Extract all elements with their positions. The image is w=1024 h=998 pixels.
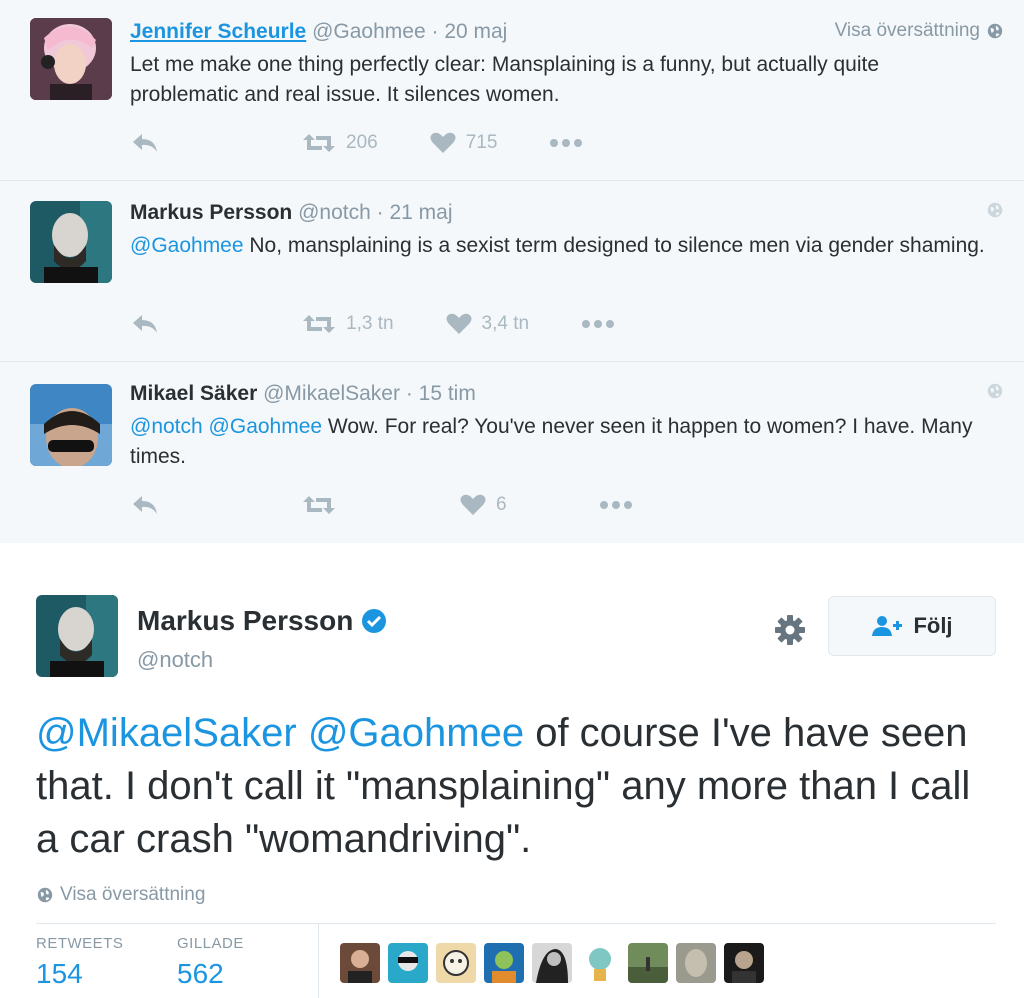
liker-avatars <box>340 943 764 983</box>
author-handle[interactable]: @Gaohmee <box>312 20 426 43</box>
retweets-stat[interactable]: RETWEETS 154 <box>36 935 123 990</box>
retweet-button[interactable] <box>302 494 346 516</box>
follow-user-icon <box>872 616 903 636</box>
reply-button[interactable] <box>130 132 160 154</box>
author-name[interactable]: Jennifer Scheurle <box>130 20 306 43</box>
author-name-text: Markus Persson <box>137 605 354 636</box>
liker-avatar[interactable] <box>388 943 428 983</box>
mention-link[interactable]: @Gaohmee <box>130 234 244 257</box>
reply-tweet[interactable]: Mikael Säker @MikaelSaker · 15 tim @notc… <box>0 362 1024 543</box>
like-count: 3,4 tn <box>481 313 530 334</box>
avatar[interactable] <box>30 18 112 100</box>
retweets-label: RETWEETS <box>36 935 124 952</box>
avatar[interactable] <box>30 384 112 466</box>
main-tweet: Markus Persson @notch Följ @MikaelSaker … <box>0 543 1024 998</box>
translate-link[interactable] <box>986 382 1004 400</box>
reply-button[interactable] <box>130 494 160 516</box>
mention-link[interactable]: @Gaohmee <box>209 415 323 438</box>
more-button[interactable] <box>599 500 633 510</box>
likes-stat[interactable]: GILLADE 562 <box>177 935 244 990</box>
follow-label: Följ <box>913 613 953 638</box>
liker-avatar[interactable] <box>628 943 668 983</box>
reply-button[interactable] <box>130 313 160 335</box>
author-name[interactable]: Mikael Säker <box>130 382 257 405</box>
stats-divider <box>36 923 996 924</box>
translate-label: Visa översättning <box>834 20 980 41</box>
tweet-text: @notch @Gaohmee Wow. For real? You've ne… <box>130 412 990 472</box>
tweet-text: @Gaohmee No, mansplaining is a sexist te… <box>130 231 990 261</box>
reply-icon <box>133 134 157 152</box>
likes-value: 562 <box>177 958 224 989</box>
heart-icon <box>430 132 456 153</box>
more-dots-icon <box>550 139 583 147</box>
reply-icon <box>133 496 157 514</box>
liker-avatar[interactable] <box>484 943 524 983</box>
separator: · <box>376 201 384 224</box>
mention-link[interactable]: @Gaohmee <box>308 711 524 755</box>
globe-icon <box>987 383 1003 399</box>
heart-icon <box>446 313 472 334</box>
retweets-value: 154 <box>36 958 83 989</box>
tweet-text: @MikaelSaker @Gaohmee of course I've hav… <box>36 707 996 866</box>
liker-avatar[interactable] <box>436 943 476 983</box>
author-name[interactable]: Markus Persson <box>130 201 292 224</box>
timestamp[interactable]: 20 maj <box>444 20 507 43</box>
retweet-button[interactable]: 1,3 tn <box>302 313 394 335</box>
translate-link[interactable]: Visa översättning <box>36 884 205 906</box>
more-dots-icon <box>599 501 632 509</box>
reply-tweet[interactable]: Jennifer Scheurle @Gaohmee · 20 maj Visa… <box>0 0 1024 181</box>
globe-icon <box>987 202 1003 218</box>
more-dots-icon <box>582 320 615 328</box>
like-button[interactable]: 3,4 tn <box>446 313 530 335</box>
like-count: 6 <box>496 494 507 515</box>
translate-label: Visa översättning <box>60 884 206 905</box>
stats-separator <box>318 923 319 998</box>
author-handle[interactable]: @MikaelSaker <box>263 382 400 405</box>
more-button[interactable] <box>581 319 615 329</box>
globe-icon <box>37 887 53 903</box>
tweet-text: Let me make one thing perfectly clear: M… <box>130 53 880 106</box>
avatar[interactable] <box>30 201 112 283</box>
globe-icon <box>987 23 1003 39</box>
retweet-count: 1,3 tn <box>346 313 394 334</box>
mention-link[interactable]: @MikaelSaker <box>36 711 297 755</box>
like-button[interactable]: 6 <box>460 494 507 516</box>
mention-link[interactable]: @notch <box>130 415 203 438</box>
translate-link[interactable]: Visa översättning <box>835 20 1004 42</box>
separator: · <box>405 382 413 405</box>
author-handle[interactable]: @notch <box>137 647 213 673</box>
reply-icon <box>133 315 157 333</box>
retweet-icon <box>303 134 335 152</box>
liker-avatar[interactable] <box>676 943 716 983</box>
liker-avatar[interactable] <box>340 943 380 983</box>
retweet-icon <box>303 315 335 333</box>
retweet-button[interactable]: 206 <box>302 132 378 154</box>
like-button[interactable]: 715 <box>430 132 498 154</box>
like-count: 715 <box>465 132 498 153</box>
likes-label: GILLADE <box>177 935 244 952</box>
retweet-icon <box>303 496 335 514</box>
retweet-count: 206 <box>346 132 378 153</box>
translate-link[interactable] <box>986 201 1004 219</box>
liker-avatar[interactable] <box>532 943 572 983</box>
timestamp[interactable]: 15 tim <box>419 382 476 405</box>
verified-badge-icon <box>362 609 387 633</box>
avatar[interactable] <box>36 595 118 677</box>
separator: · <box>431 20 439 43</box>
reply-tweet[interactable]: Markus Persson @notch · 21 maj @Gaohmee … <box>0 181 1024 362</box>
timestamp[interactable]: 21 maj <box>389 201 452 224</box>
follow-button[interactable]: Följ <box>828 596 996 656</box>
author-handle[interactable]: @notch <box>298 201 371 224</box>
author-name[interactable]: Markus Persson <box>137 605 387 637</box>
gear-icon[interactable] <box>773 613 807 647</box>
liker-avatar[interactable] <box>580 943 620 983</box>
more-button[interactable] <box>549 138 583 148</box>
liker-avatar[interactable] <box>724 943 764 983</box>
tweet-text-body: No, mansplaining is a sexist term design… <box>243 234 985 257</box>
reply-thread: Jennifer Scheurle @Gaohmee · 20 maj Visa… <box>0 0 1024 543</box>
heart-icon <box>460 494 486 515</box>
